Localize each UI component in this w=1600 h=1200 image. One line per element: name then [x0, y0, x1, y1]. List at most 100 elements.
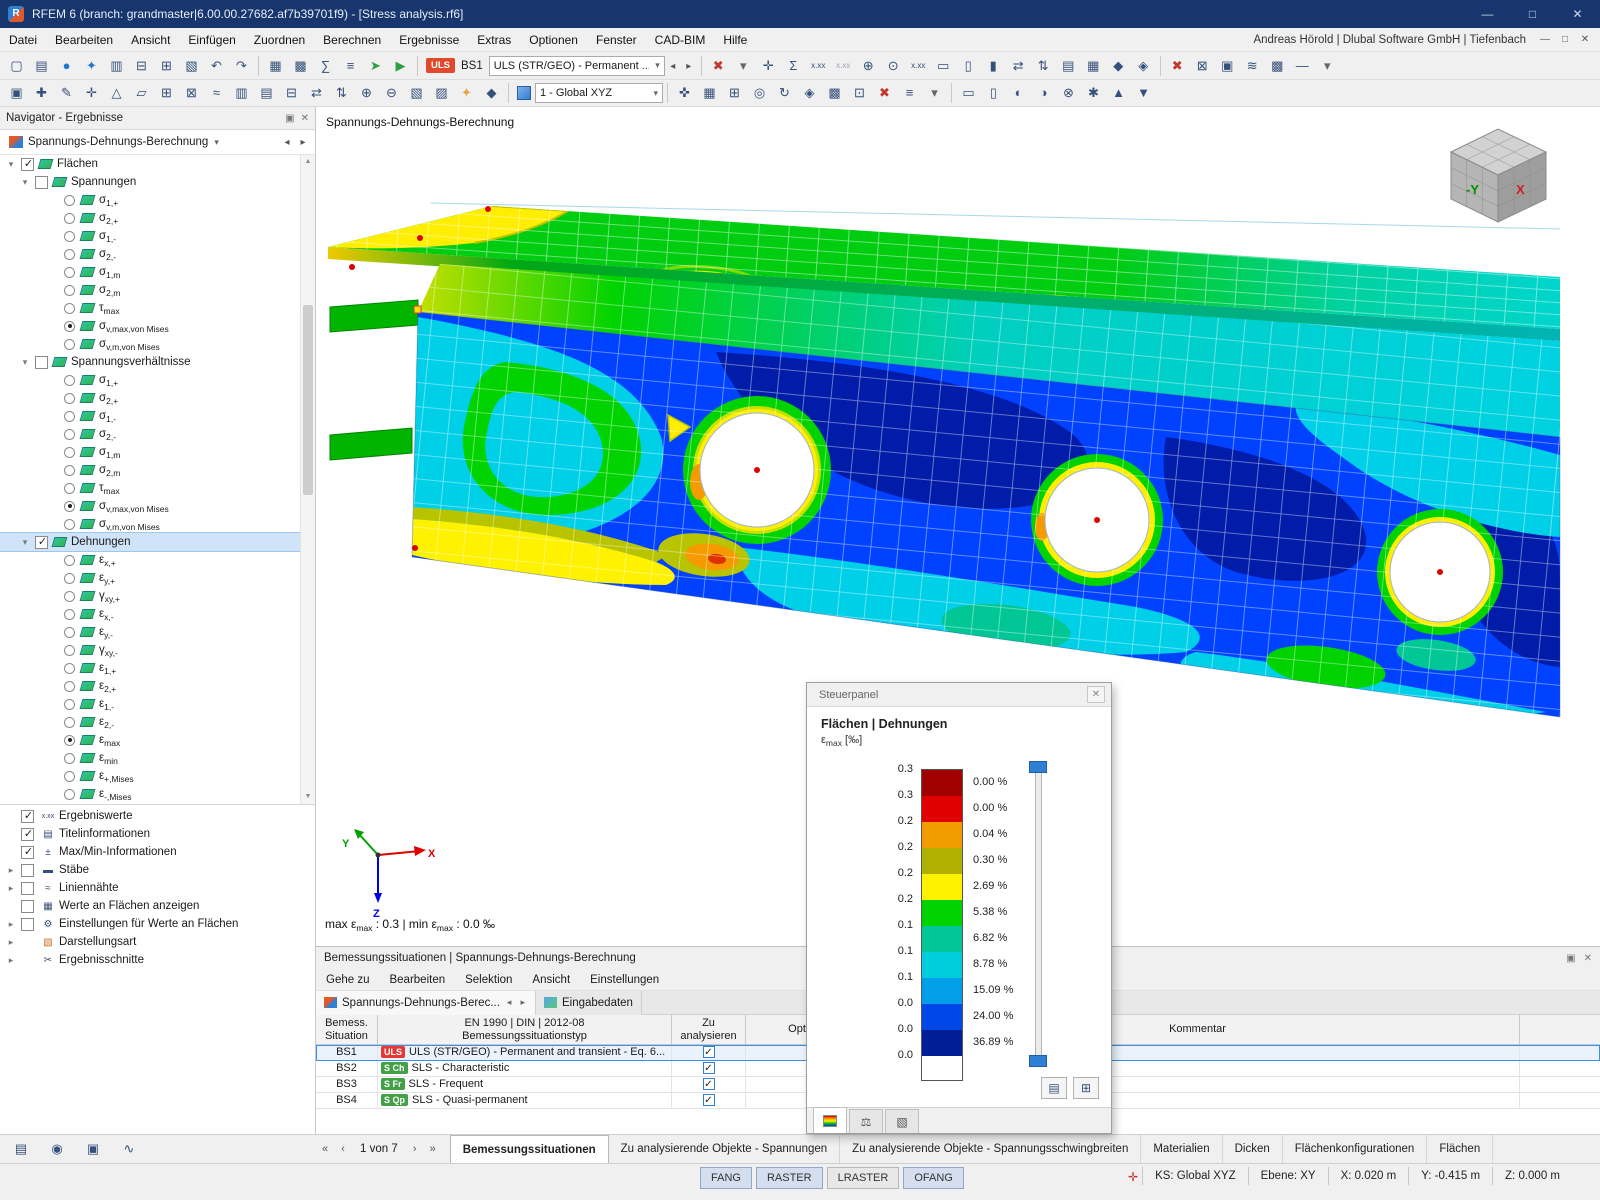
menu-item[interactable]: Ergebnisse	[390, 28, 468, 52]
radio-button[interactable]	[64, 627, 75, 638]
display-option-row[interactable]: ▸ ▬ Stäbe	[0, 861, 315, 879]
toolbar-icon[interactable]: ≈	[204, 81, 229, 105]
scrollbar-thumb[interactable]	[303, 305, 313, 495]
next-page-button[interactable]: ›	[406, 1143, 424, 1155]
strain-result-option[interactable]: γxy,-	[0, 641, 315, 659]
menu-item[interactable]: Datei	[0, 28, 46, 52]
radio-button[interactable]	[64, 375, 75, 386]
radio-button[interactable]	[64, 681, 75, 692]
toolbar-icon[interactable]: ✖	[706, 54, 731, 78]
toolbar-icon[interactable]: ▤	[1056, 54, 1081, 78]
toolbar-icon[interactable]: ≡	[897, 81, 922, 105]
menu-item[interactable]: Extras	[468, 28, 520, 52]
stress-ratio-option[interactable]: σ1,m	[0, 443, 315, 461]
radio-button[interactable]	[64, 447, 75, 458]
snap-toggle-button[interactable]: LRASTER	[827, 1167, 900, 1189]
toolbar-icon[interactable]: ⊗	[1056, 81, 1081, 105]
strain-result-option[interactable]: εmin	[0, 749, 315, 767]
radio-button[interactable]	[64, 645, 75, 656]
checkbox[interactable]	[21, 882, 34, 895]
toolbar-icon[interactable]: ▶	[388, 54, 413, 78]
toolbar-icon[interactable]: ⊞	[722, 81, 747, 105]
radio-button[interactable]	[64, 663, 75, 674]
radio-button[interactable]	[64, 231, 75, 242]
scroll-up-icon[interactable]: ▲	[301, 155, 315, 169]
scale-options-button[interactable]: ▤	[1041, 1077, 1067, 1099]
toolbar-icon[interactable]: ⊠	[1190, 54, 1215, 78]
toolbar-icon[interactable]: ⊕	[856, 54, 881, 78]
strain-result-option[interactable]: εx,+	[0, 551, 315, 569]
navigator-footer-icon[interactable]: ▣	[82, 1139, 104, 1159]
doc-minimize-icon[interactable]: —	[1536, 34, 1554, 45]
stress-result-option[interactable]: σ2,+	[0, 209, 315, 227]
dock-icon[interactable]: ▣	[1566, 953, 1575, 964]
toolbar-icon[interactable]: ◐	[1006, 81, 1031, 105]
display-option-row[interactable]: x.xx Ergebniswerte	[0, 807, 315, 825]
strain-result-option[interactable]: εy,+	[0, 569, 315, 587]
radio-button[interactable]	[64, 519, 75, 530]
radio-button[interactable]	[64, 411, 75, 422]
tab-stress-strain-analysis[interactable]: Spannungs-Dehnungs-Berec... ◂ ▸	[316, 991, 536, 1015]
radio-button[interactable]	[64, 429, 75, 440]
toolbar-icon[interactable]: ▦	[1081, 54, 1106, 78]
toolbar-icon[interactable]: x.xx	[806, 54, 831, 78]
analyze-checkbox[interactable]: ✓	[703, 1062, 715, 1074]
analyze-checkbox[interactable]: ✓	[703, 1078, 715, 1090]
toolbar-icon[interactable]: ◆	[479, 81, 504, 105]
expander-icon[interactable]: ▸	[4, 865, 18, 876]
toolbar-icon[interactable]: ◆	[1106, 54, 1131, 78]
toolbar-icon[interactable]: ⊙	[881, 54, 906, 78]
display-option-row[interactable]: ▦ Werte an Flächen anzeigen	[0, 897, 315, 915]
expander-icon[interactable]: ▾	[18, 537, 32, 548]
toolbar-icon[interactable]: ▢	[4, 54, 29, 78]
strain-result-option[interactable]: ε1,-	[0, 695, 315, 713]
toolbar-icon[interactable]: ✚	[29, 81, 54, 105]
panel-menu-item[interactable]: Selektion	[455, 969, 522, 991]
prev-combination-button[interactable]: ◂	[665, 56, 681, 76]
tab-filter[interactable]: ▧	[885, 1109, 919, 1133]
radio-button[interactable]	[64, 267, 75, 278]
expander-icon[interactable]: ▸	[4, 955, 18, 966]
doc-close-icon[interactable]: ✕	[1576, 34, 1594, 45]
stress-result-option[interactable]: σ1,+	[0, 191, 315, 209]
toolbar-icon[interactable]: ⇄	[304, 81, 329, 105]
tree-scrollbar[interactable]: ▲ ▼	[300, 155, 315, 804]
toolbar-icon[interactable]: ●	[54, 54, 79, 78]
expander-icon[interactable]: ▸	[4, 883, 18, 894]
display-option-row[interactable]: ▸ ≈ Liniennähte	[0, 879, 315, 897]
doc-restore-icon[interactable]: □	[1556, 34, 1574, 45]
history-back-button[interactable]: ◂	[279, 132, 295, 152]
strain-result-option[interactable]: ε1,+	[0, 659, 315, 677]
toolbar-icon[interactable]: ⊕	[354, 81, 379, 105]
menu-item[interactable]: Zuordnen	[245, 28, 314, 52]
toolbar-icon[interactable]: ⊟	[129, 54, 154, 78]
radio-button[interactable]	[64, 735, 75, 746]
table-view-tab[interactable]: Zu analysierende Objekte - Spannungen	[609, 1135, 841, 1163]
menu-item[interactable]: CAD-BIM	[646, 28, 715, 52]
scale-slider-track[interactable]	[1035, 767, 1042, 1061]
toolbar-icon[interactable]: ⊡	[847, 81, 872, 105]
tree-node-stress-ratios[interactable]: ▾ Spannungsverhältnisse	[0, 353, 315, 371]
menu-item[interactable]: Bearbeiten	[46, 28, 122, 52]
radio-button[interactable]	[64, 789, 75, 800]
radio-button[interactable]	[64, 717, 75, 728]
stress-result-option[interactable]: σv,m,von Mises	[0, 335, 315, 353]
toolbar-icon[interactable]: ◎	[747, 81, 772, 105]
checkbox[interactable]	[21, 864, 34, 877]
toolbar-icon[interactable]: ▮	[981, 54, 1006, 78]
toolbar-icon[interactable]: x.xx	[831, 54, 856, 78]
first-page-button[interactable]: «	[316, 1143, 334, 1155]
toolbar-icon[interactable]: ✖	[872, 81, 897, 105]
stress-result-option[interactable]: σ1,-	[0, 227, 315, 245]
dock-icon[interactable]: ▣	[285, 113, 294, 124]
navigation-cube[interactable]: -Y X	[1451, 129, 1546, 222]
toolbar-icon[interactable]: ✱	[1081, 81, 1106, 105]
table-view-tab[interactable]: Flächen	[1427, 1135, 1493, 1163]
expander-icon[interactable]: ▸	[4, 937, 18, 948]
toolbar-icon[interactable]: ▩	[822, 81, 847, 105]
toolbar-icon[interactable]: ▣	[4, 81, 29, 105]
tab-input-data[interactable]: Eingabedaten	[536, 991, 642, 1015]
menu-item[interactable]: Ansicht	[122, 28, 179, 52]
toolbar-icon[interactable]: ▥	[229, 81, 254, 105]
radio-button[interactable]	[64, 213, 75, 224]
